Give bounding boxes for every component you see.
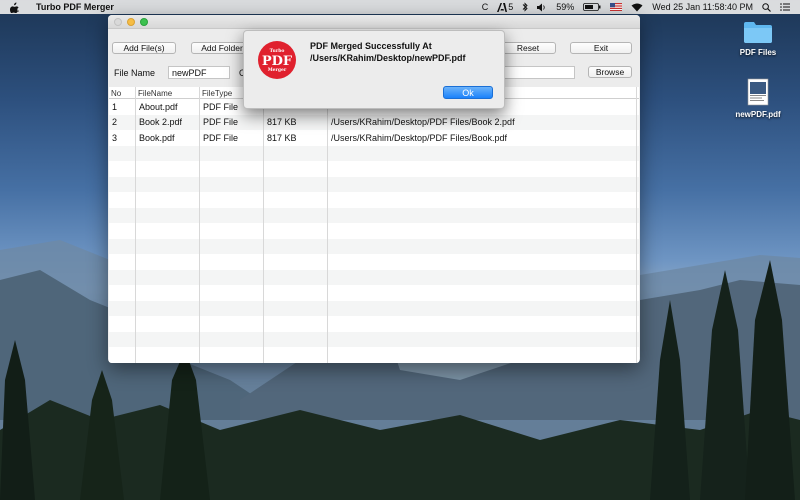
app-name-menu[interactable]: Turbo PDF Merger <box>36 2 114 12</box>
table-row-empty <box>109 347 639 363</box>
cell-path: /Users/KRahim/Desktop/PDF Files/Book.pdf <box>331 132 508 143</box>
column-divider <box>135 87 136 363</box>
cell-filename: Book.pdf <box>139 132 175 143</box>
folder-icon <box>744 22 772 43</box>
browse-button[interactable]: Browse <box>588 66 632 78</box>
pdf-file-icon <box>747 78 769 106</box>
bluetooth-icon[interactable] <box>522 2 528 12</box>
cell-size: 817 KB <box>267 132 297 143</box>
cell-size: 817 KB <box>267 117 297 128</box>
column-header-no[interactable]: No <box>109 87 121 99</box>
desktop-icon-label: PDF Files <box>739 48 777 57</box>
table-row-empty <box>109 238 639 254</box>
table-row-empty <box>109 223 639 239</box>
cell-no: 1 <box>112 101 118 112</box>
table-row-empty <box>109 269 639 285</box>
us-flag-icon[interactable] <box>610 3 623 11</box>
file-name-label: File Name <box>114 68 156 78</box>
add-files-button[interactable]: Add File(s) <box>112 42 176 54</box>
table-row-empty <box>109 176 639 192</box>
cell-filetype: PDF File <box>203 117 239 128</box>
cell-filetype: PDF File <box>203 101 239 112</box>
cell-filename: About.pdf <box>139 101 178 112</box>
column-divider <box>636 87 637 363</box>
spotlight-icon[interactable] <box>762 2 771 12</box>
table-row-empty <box>109 331 639 347</box>
minimize-window-button[interactable] <box>127 17 135 26</box>
battery-icon[interactable] <box>583 3 601 11</box>
exit-button[interactable]: Exit <box>570 42 632 54</box>
menu-bar: Turbo PDF Merger C 5 59% Wed 25 Jan 11:5… <box>0 0 800 14</box>
file-name-input[interactable]: newPDF <box>168 66 230 79</box>
ok-button[interactable]: Ok <box>443 86 493 99</box>
column-divider <box>199 87 200 363</box>
dialog-message: PDF Merged Successfully At /Users/KRahim… <box>310 41 466 63</box>
status-c-item[interactable]: C <box>482 2 489 12</box>
column-header-filename[interactable]: FileName <box>136 87 172 99</box>
column-divider <box>263 87 264 363</box>
cell-no: 3 <box>112 132 118 143</box>
clock-text[interactable]: Wed 25 Jan 11:58:40 PM <box>652 2 753 12</box>
output-path-input[interactable] <box>503 66 575 79</box>
notification-center-icon[interactable] <box>780 3 790 11</box>
volume-icon[interactable] <box>537 3 547 12</box>
adobe-count: 5 <box>508 2 514 12</box>
desktop-file-newpdf[interactable]: newPDF.pdf <box>728 78 788 119</box>
table-row-empty <box>109 300 639 316</box>
cell-filetype: PDF File <box>203 132 239 143</box>
logo-main-text: PDF <box>262 54 293 69</box>
zoom-window-button[interactable] <box>140 17 148 26</box>
table-row-empty <box>109 161 639 177</box>
apple-menu-icon[interactable] <box>10 2 24 13</box>
desktop-icon-label: newPDF.pdf <box>735 110 781 119</box>
table-row-empty <box>109 145 639 161</box>
table-body: 1 About.pdf PDF File 2 Book 2.pdf PDF Fi… <box>109 99 639 363</box>
column-divider <box>327 87 328 363</box>
table-row-empty <box>109 254 639 270</box>
table-row-empty <box>109 316 639 332</box>
table-row-empty <box>109 192 639 208</box>
table-row-empty <box>109 207 639 223</box>
merge-success-dialog: Turbo PDF Merger PDF Merged Successfully… <box>243 30 505 109</box>
table-row[interactable]: 3 Book.pdf PDF File 817 KB /Users/KRahim… <box>109 130 639 146</box>
table-row[interactable]: 2 Book 2.pdf PDF File 817 KB /Users/KRah… <box>109 114 639 130</box>
file-table[interactable]: No FileName FileType 1 About.pdf PDF Fil… <box>109 87 639 363</box>
reset-button[interactable]: Reset <box>500 42 556 54</box>
table-row-empty <box>109 285 639 301</box>
logo-bottom-text: Merger <box>268 67 287 73</box>
desktop-folder-pdf-files[interactable]: PDF Files <box>728 20 788 57</box>
wifi-icon[interactable] <box>631 3 643 12</box>
cell-no: 2 <box>112 117 118 128</box>
cell-filename: Book 2.pdf <box>139 117 183 128</box>
adobe-icon[interactable]: 5 <box>497 2 513 12</box>
close-window-button[interactable] <box>114 17 122 26</box>
turbo-pdf-logo-icon: Turbo PDF Merger <box>258 41 296 79</box>
title-bar[interactable] <box>108 15 640 29</box>
battery-percent[interactable]: 59% <box>556 2 574 12</box>
status-area: C 5 59% Wed 25 Jan 11:58:40 PM <box>482 0 790 14</box>
column-header-filetype[interactable]: FileType <box>200 87 232 99</box>
cell-path: /Users/KRahim/Desktop/PDF Files/Book 2.p… <box>331 117 515 128</box>
